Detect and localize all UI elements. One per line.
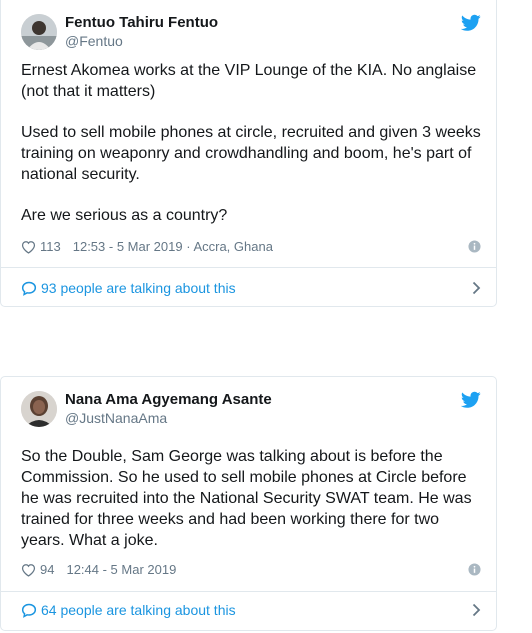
chevron-right-icon[interactable] — [472, 603, 481, 617]
divider — [1, 591, 496, 592]
chevron-right-icon[interactable] — [472, 281, 481, 295]
heart-icon[interactable] — [21, 240, 36, 259]
author-handle[interactable]: @Fentuo — [65, 33, 123, 49]
like-count[interactable]: 94 — [40, 562, 54, 577]
tweet-text-paragraph: So the Double, Sam George was talking ab… — [21, 448, 472, 549]
speech-bubble-icon — [21, 603, 37, 623]
info-icon[interactable] — [468, 240, 481, 253]
twitter-bird-icon[interactable] — [461, 14, 481, 32]
author-handle[interactable]: @JustNanaAma — [65, 410, 167, 426]
tweet-card: Nana Ama Agyemang Asante @JustNanaAma So… — [0, 376, 497, 631]
heart-icon[interactable] — [21, 563, 36, 582]
avatar[interactable] — [21, 14, 57, 50]
location[interactable]: · Accra, Ghana — [186, 239, 273, 254]
tweet-header: Fentuo Tahiru Fentuo @Fentuo — [21, 14, 481, 54]
tweet-meta: 113 12:53 - 5 Mar 2019 · Accra, Ghana — [21, 238, 481, 256]
author-name[interactable]: Fentuo Tahiru Fentuo — [65, 14, 218, 32]
tweet-text-paragraph: Ernest Akomea works at the VIP Lounge of… — [21, 62, 477, 100]
tweet-header: Nana Ama Agyemang Asante @JustNanaAma — [21, 391, 481, 431]
tweet-text-paragraph: Used to sell mobile phones at circle, re… — [21, 124, 481, 183]
tweet-card: Fentuo Tahiru Fentuo @Fentuo Ernest Akom… — [0, 0, 497, 307]
tweet-text-paragraph: Are we serious as a country? — [21, 207, 228, 224]
avatar[interactable] — [21, 391, 57, 427]
talking-about-label[interactable]: 64 people are talking about this — [41, 602, 236, 618]
tweet-meta: 94 12:44 - 5 Mar 2019 — [21, 561, 481, 579]
timestamp[interactable]: 12:44 - 5 Mar 2019 — [66, 562, 176, 577]
author-name[interactable]: Nana Ama Agyemang Asante — [65, 391, 272, 409]
speech-bubble-icon — [21, 281, 37, 301]
timestamp[interactable]: 12:53 - 5 Mar 2019 — [73, 239, 183, 254]
twitter-bird-icon[interactable] — [461, 391, 481, 409]
talking-about-label[interactable]: 93 people are talking about this — [41, 280, 236, 296]
divider — [1, 267, 496, 268]
info-icon[interactable] — [468, 563, 481, 576]
like-count[interactable]: 113 — [40, 239, 61, 254]
talking-about-link[interactable]: 93 people are talking about this — [21, 278, 481, 298]
talking-about-link[interactable]: 64 people are talking about this — [21, 600, 481, 620]
